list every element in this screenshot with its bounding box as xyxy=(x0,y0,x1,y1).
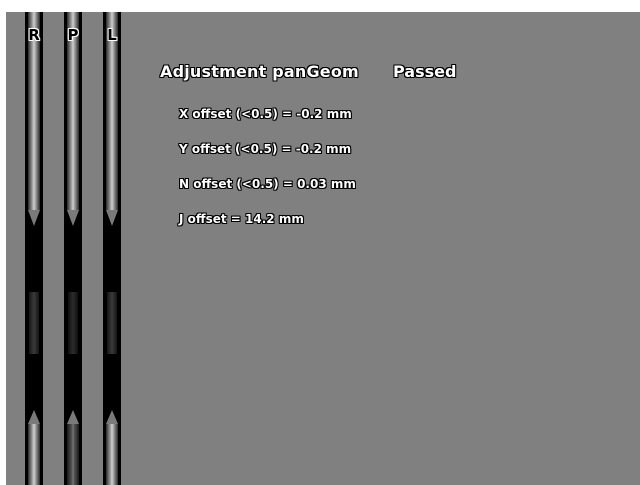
strip-label-r: R xyxy=(28,26,40,44)
adjustment-status: Passed xyxy=(393,62,457,81)
strip-label-p: P xyxy=(67,26,79,44)
strip-label-l: L xyxy=(107,26,117,44)
strip-l-lower-rod xyxy=(106,410,118,485)
strip-l-middle-block xyxy=(107,292,117,354)
sensor-strip-l xyxy=(103,12,121,485)
adjustment-title: Adjustment panGeom xyxy=(160,62,359,81)
j-offset-line: J offset = 14.2 mm xyxy=(179,212,304,226)
sensor-strip-p xyxy=(64,12,82,485)
calibration-screen: R P L Adjustment panGeom Passed X offset… xyxy=(0,12,640,485)
strip-r-lower-rod xyxy=(28,410,40,485)
y-offset-line: Y offset (<0.5) = -0.2 mm xyxy=(179,142,352,156)
sensor-strip-r xyxy=(25,12,43,485)
left-frame-edge xyxy=(0,12,6,485)
strip-p-middle-block xyxy=(68,292,78,354)
n-offset-line: N offset (<0.5) = 0.03 mm xyxy=(179,177,356,191)
x-offset-line: X offset (<0.5) = -0.2 mm xyxy=(179,107,352,121)
strip-r-middle-block xyxy=(29,292,39,354)
strip-p-lower-rod xyxy=(67,410,79,485)
